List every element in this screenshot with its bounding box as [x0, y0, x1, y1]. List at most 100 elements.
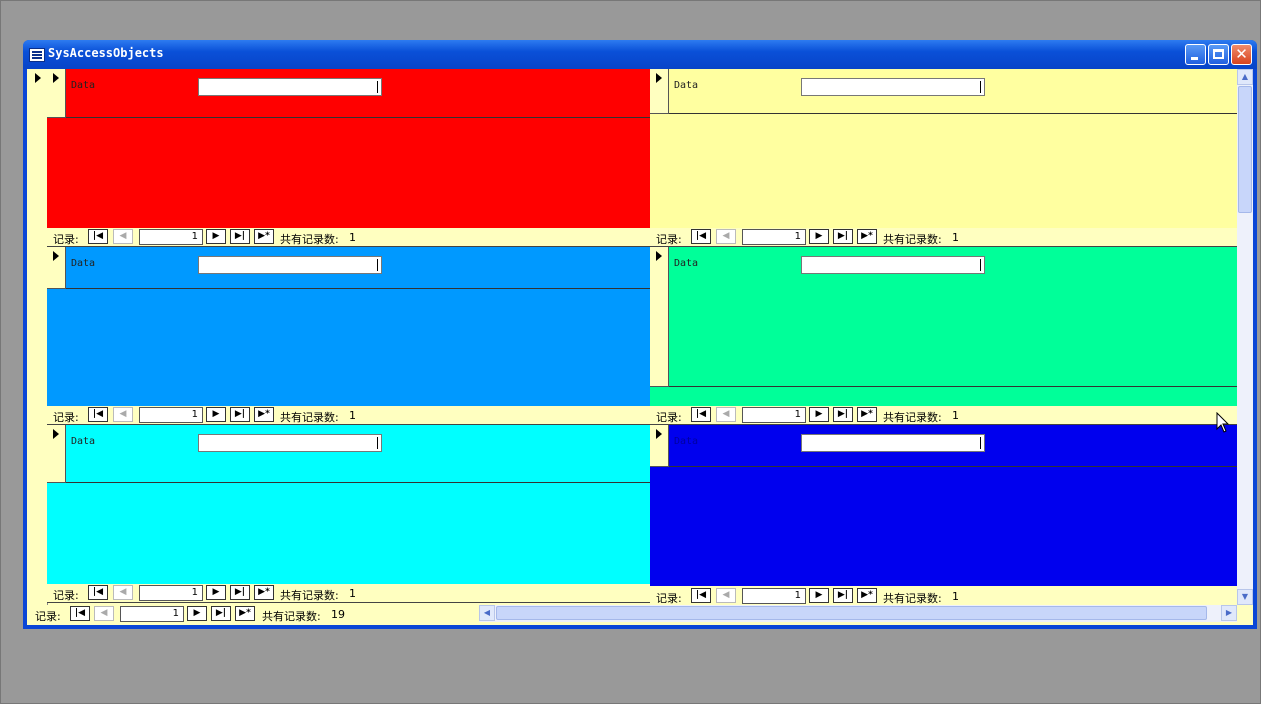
new-record-button[interactable]: ▶*: [857, 229, 877, 244]
prev-record-button[interactable]: ◀: [113, 407, 133, 422]
last-record-button[interactable]: ▶|: [833, 229, 853, 244]
data-label: Data: [71, 80, 96, 91]
prev-record-button[interactable]: ◀: [716, 229, 736, 244]
new-record-button[interactable]: ▶*: [254, 585, 274, 600]
new-record-button[interactable]: ▶*: [254, 407, 274, 422]
next-record-button[interactable]: ▶: [187, 606, 207, 621]
record-count-label: 共有记录数:: [262, 610, 321, 623]
current-record-icon: [53, 73, 59, 83]
main-record-nav-bar: 记录: |◀ ◀ 1 ▶ ▶| ▶* 共有记录数: 19: [27, 605, 479, 624]
subform-detail: [47, 289, 650, 406]
minimize-button[interactable]: [1185, 44, 1206, 65]
vertical-scroll-thumb[interactable]: [1238, 86, 1252, 213]
subform-record-selector[interactable]: [650, 247, 669, 387]
first-record-button[interactable]: |◀: [88, 585, 108, 600]
subform-header: Data: [669, 69, 1237, 114]
prev-record-button[interactable]: ◀: [716, 588, 736, 603]
data-label: Data: [674, 80, 699, 91]
last-record-button[interactable]: ▶|: [230, 229, 250, 244]
record-number-field[interactable]: 1: [742, 229, 806, 245]
data-input[interactable]: [198, 256, 382, 274]
record-count-label: 共有记录数:: [883, 592, 942, 605]
scroll-right-button[interactable]: ▶: [1221, 605, 1237, 621]
title-bar[interactable]: SysAccessObjects ✕: [23, 40, 1257, 69]
next-record-button[interactable]: ▶: [809, 229, 829, 244]
new-record-button[interactable]: ▶*: [857, 407, 877, 422]
subform-detail: [650, 114, 1237, 228]
current-record-icon: [53, 429, 59, 439]
record-label: 记录:: [656, 411, 682, 424]
vertical-scrollbar[interactable]: ▲ ▼: [1237, 69, 1253, 605]
subform-detail: [47, 483, 650, 584]
record-number-field[interactable]: 1: [139, 407, 203, 423]
subform-nav-bar: 记录: |◀ ◀ 1 ▶ ▶| ▶* 共有记录数: 1: [47, 584, 650, 602]
record-label: 记录:: [53, 411, 79, 424]
record-number-field[interactable]: 1: [742, 407, 806, 423]
subform-detail: [650, 467, 1237, 586]
data-label: Data: [674, 436, 699, 447]
access-form-window: SysAccessObjects ✕ Data 记录: |◀ ◀ 1 ▶ ▶| …: [23, 40, 1257, 629]
data-input[interactable]: [198, 434, 382, 452]
close-icon: ✕: [1235, 45, 1248, 63]
data-input[interactable]: [801, 434, 985, 452]
record-selector[interactable]: [27, 69, 48, 605]
scroll-left-button[interactable]: ◀: [479, 605, 495, 621]
prev-record-button[interactable]: ◀: [716, 407, 736, 422]
record-count-label: 共有记录数:: [280, 589, 339, 602]
record-count-label: 共有记录数:: [883, 233, 942, 246]
prev-record-button[interactable]: ◀: [113, 585, 133, 600]
prev-record-button[interactable]: ◀: [113, 229, 133, 244]
subform-detail: [47, 118, 650, 228]
next-record-button[interactable]: ▶: [809, 407, 829, 422]
data-input[interactable]: [198, 78, 382, 96]
data-label: Data: [71, 258, 96, 269]
prev-record-button[interactable]: ◀: [94, 606, 114, 621]
last-record-button[interactable]: ▶|: [833, 588, 853, 603]
scroll-up-button[interactable]: ▲: [1237, 69, 1253, 85]
next-record-button[interactable]: ▶: [206, 407, 226, 422]
record-label: 记录:: [53, 589, 79, 602]
first-record-button[interactable]: |◀: [88, 407, 108, 422]
maximize-button[interactable]: [1208, 44, 1229, 65]
record-number-field[interactable]: 1: [742, 588, 806, 604]
new-record-button[interactable]: ▶*: [254, 229, 274, 244]
first-record-button[interactable]: |◀: [691, 588, 711, 603]
scroll-down-button[interactable]: ▼: [1237, 589, 1253, 605]
new-record-button[interactable]: ▶*: [857, 588, 877, 603]
first-record-button[interactable]: |◀: [691, 407, 711, 422]
close-button[interactable]: ✕: [1231, 44, 1252, 65]
last-record-button[interactable]: ▶|: [230, 585, 250, 600]
subform-record-selector[interactable]: [650, 69, 669, 114]
subform-3: Data 记录: |◀ ◀ 1 ▶ ▶| ▶* 共有记录数: 1: [47, 247, 650, 425]
subform-header: Data: [66, 69, 650, 118]
last-record-button[interactable]: ▶|: [211, 606, 231, 621]
first-record-button[interactable]: |◀: [88, 229, 108, 244]
first-record-button[interactable]: |◀: [70, 606, 90, 621]
subform-record-selector[interactable]: [47, 69, 66, 118]
new-record-button[interactable]: ▶*: [235, 606, 255, 621]
current-record-icon: [656, 429, 662, 439]
horizontal-scroll-thumb[interactable]: [496, 606, 1207, 620]
subform-nav-bar: 记录: |◀ ◀ 1 ▶ ▶| ▶* 共有记录数: 1: [47, 406, 650, 424]
subform-5: Data 记录: |◀ ◀ 1 ▶ ▶| ▶* 共有记录数: 1: [47, 425, 650, 603]
next-record-button[interactable]: ▶: [206, 585, 226, 600]
record-label: 记录:: [656, 233, 682, 246]
data-input[interactable]: [801, 78, 985, 96]
data-input[interactable]: [801, 256, 985, 274]
first-record-button[interactable]: |◀: [691, 229, 711, 244]
horizontal-scrollbar[interactable]: ◀ ▶: [479, 605, 1237, 622]
current-record-icon: [656, 251, 662, 261]
record-number-field[interactable]: 1: [120, 606, 184, 622]
last-record-button[interactable]: ▶|: [230, 407, 250, 422]
subform-record-selector[interactable]: [47, 247, 66, 289]
record-label: 记录:: [35, 610, 61, 623]
subform-record-selector[interactable]: [47, 425, 66, 483]
main-nav-inner: 记录: |◀ ◀ 1 ▶ ▶| ▶* 共有记录数: 19: [27, 605, 479, 624]
form-client-area: Data 记录: |◀ ◀ 1 ▶ ▶| ▶* 共有记录数: 1 Data 记录…: [27, 69, 1253, 625]
record-number-field[interactable]: 1: [139, 585, 203, 601]
subform-record-selector[interactable]: [650, 425, 669, 467]
record-number-field[interactable]: 1: [139, 229, 203, 245]
next-record-button[interactable]: ▶: [809, 588, 829, 603]
next-record-button[interactable]: ▶: [206, 229, 226, 244]
last-record-button[interactable]: ▶|: [833, 407, 853, 422]
